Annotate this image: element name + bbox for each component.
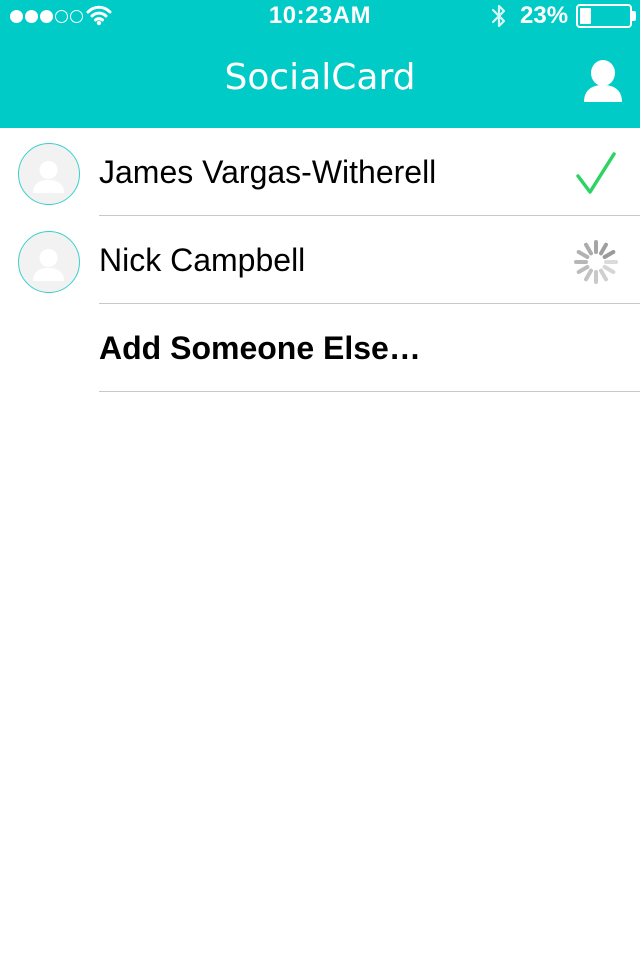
contact-row[interactable]: Nick Campbell — [0, 216, 640, 304]
contact-name: James Vargas-Witherell — [99, 154, 437, 190]
spinner-tick — [584, 242, 593, 256]
spinner-icon — [574, 240, 618, 284]
spinner-tick — [576, 250, 590, 259]
person-placeholder-icon — [33, 161, 64, 193]
row-separator — [99, 391, 640, 392]
person-placeholder-icon — [33, 249, 64, 281]
status-bar: 10:23AM 23% — [0, 0, 640, 34]
add-someone-button[interactable]: Add Someone Else… — [0, 304, 640, 392]
person-icon[interactable] — [578, 56, 628, 106]
battery-tip — [632, 11, 636, 21]
app-title: SocialCard — [224, 57, 416, 98]
avatar — [18, 143, 80, 205]
avatar — [18, 231, 80, 293]
spinner-tick — [599, 242, 608, 256]
spinner-tick — [602, 265, 616, 274]
spinner-tick — [584, 268, 593, 282]
header-bar: 10:23AM 23% SocialCard — [0, 0, 640, 128]
spinner-tick — [599, 268, 608, 282]
battery-icon — [576, 4, 632, 28]
add-someone-label: Add Someone Else… — [99, 330, 421, 366]
checkmark-icon — [576, 152, 616, 194]
battery-percent: 23% — [520, 2, 569, 29]
spinner-tick — [602, 250, 616, 259]
contact-row[interactable]: James Vargas-Witherell — [0, 128, 640, 216]
contact-name: Nick Campbell — [99, 242, 306, 278]
contact-list: James Vargas-Witherell Nick Campbell Add… — [0, 128, 640, 392]
bluetooth-icon — [491, 4, 506, 28]
battery-level-fill — [580, 8, 591, 24]
spinner-tick — [576, 265, 590, 274]
